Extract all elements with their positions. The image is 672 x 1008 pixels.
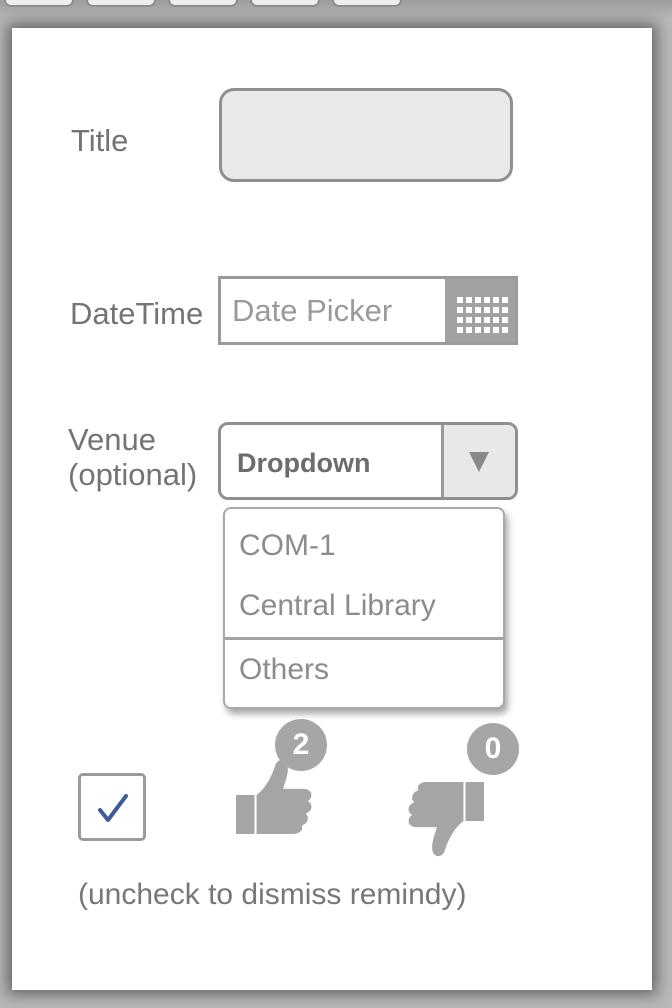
calendar-icon [457, 297, 508, 333]
top-tab[interactable] [250, 0, 320, 7]
menu-item-com-1[interactable]: COM-1 [239, 529, 336, 563]
upvote-count-badge: 2 [275, 719, 327, 771]
checkmark-icon [98, 794, 128, 822]
menu-divider [225, 637, 503, 640]
menu-item-others[interactable]: Others [239, 653, 329, 687]
dropdown-selected-value: Dropdown [237, 448, 371, 478]
thumbs-down-button[interactable] [404, 780, 486, 867]
top-tab[interactable] [168, 0, 238, 7]
title-input[interactable] [219, 88, 513, 182]
datetime-label: DateTime [70, 296, 204, 331]
event-form-panel: Title DateTime Date Picker Venue (option… [12, 28, 652, 990]
venue-dropdown[interactable]: Dropdown [218, 422, 518, 500]
venue-options-menu: COM-1 Central Library Others [223, 507, 505, 709]
top-tab[interactable] [332, 0, 402, 7]
chevron-down-icon [469, 452, 489, 472]
top-edge [0, 0, 672, 20]
menu-item-central-library[interactable]: Central Library [239, 589, 436, 623]
date-picker-field[interactable]: Date Picker [218, 276, 518, 345]
top-tab[interactable] [4, 0, 74, 7]
calendar-button[interactable] [445, 279, 515, 342]
venue-label: Venue (optional) [68, 422, 198, 492]
date-placeholder: Date Picker [232, 293, 393, 328]
reminder-checkbox[interactable] [78, 773, 146, 841]
dropdown-toggle-button[interactable] [441, 425, 515, 497]
title-label: Title [71, 123, 129, 158]
downvote-count-badge: 0 [467, 723, 519, 775]
top-tab[interactable] [86, 0, 156, 7]
reminder-caption: (uncheck to dismiss remindy) [78, 878, 467, 911]
thumbs-down-icon [408, 782, 484, 857]
